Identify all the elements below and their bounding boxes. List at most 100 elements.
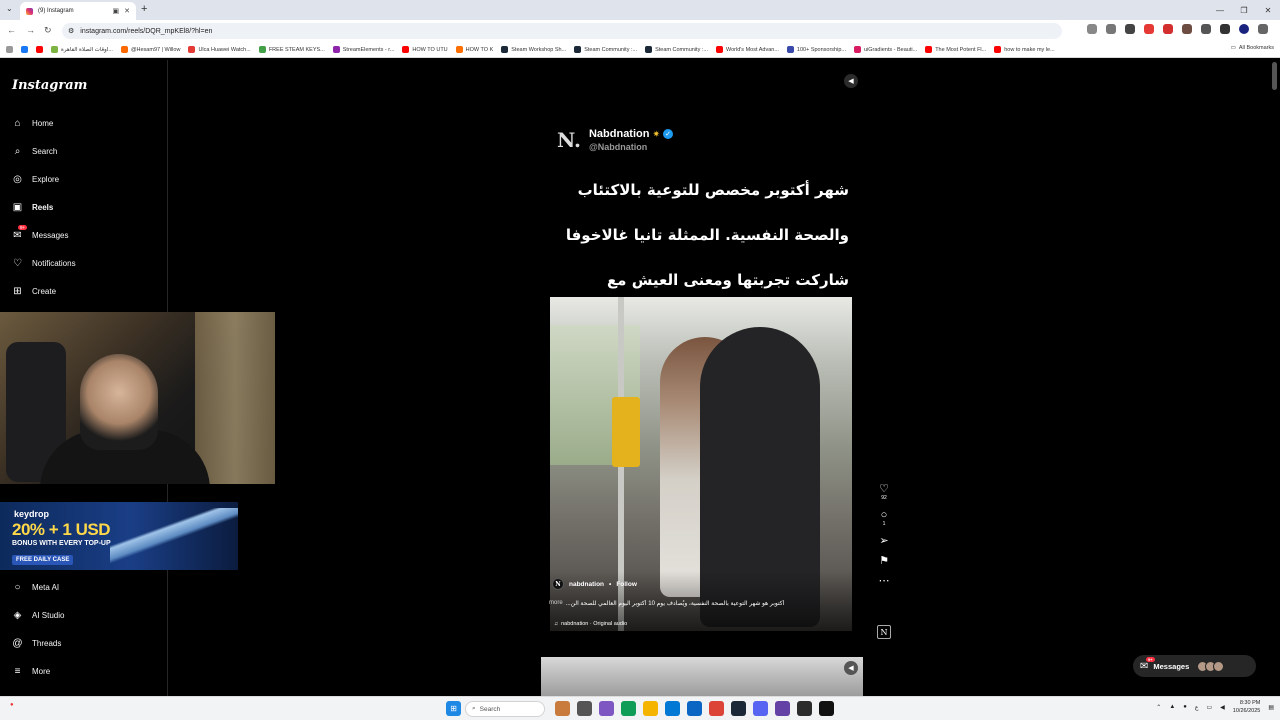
maximize-icon[interactable]: ❐ (1232, 0, 1256, 20)
forward-icon[interactable]: → (26, 25, 35, 35)
browser-menu-icon[interactable] (1258, 24, 1268, 34)
user-avatar[interactable]: N (552, 578, 564, 590)
clock[interactable]: 8:30 PM 10/26/2025 (1233, 699, 1261, 715)
tab-instagram[interactable]: (9) Instagram ▣ ✕ (20, 2, 136, 20)
reload-icon[interactable]: ↻ (44, 25, 52, 36)
profile-avatar[interactable] (1239, 24, 1249, 34)
discord-icon[interactable] (753, 701, 768, 716)
sidebar-item-home[interactable]: ⌂ Home (12, 118, 53, 129)
extensions-menu-icon[interactable] (1201, 24, 1211, 34)
tab-audio-icon[interactable]: ▣ (113, 7, 120, 15)
messages-pill[interactable]: ✉ 9+ Messages (1133, 655, 1256, 677)
bookmark-item[interactable]: 100+ Sponsorship... (786, 46, 846, 53)
tray-chevron-icon[interactable]: ⌃ (1156, 704, 1161, 711)
sidebar-item-notifications[interactable]: ♡ Notifications (12, 258, 76, 269)
next-reel-preview[interactable]: ◀ (541, 657, 863, 696)
tab-search-icon[interactable]: ⌄ (6, 4, 13, 13)
chrome-icon[interactable] (709, 701, 724, 716)
bookmark-item[interactable] (36, 46, 43, 53)
edge-icon[interactable] (621, 701, 636, 716)
reel-audio[interactable]: ♫ nabdnation · Original audio (554, 621, 627, 627)
instagram-logo[interactable]: Instagram (12, 78, 87, 93)
copilot-icon[interactable] (599, 701, 614, 716)
bookmark-item[interactable]: HOW TO K (455, 46, 493, 53)
sidebar-item-explore[interactable]: ◎ Explore (12, 174, 59, 185)
sidebar-item-reels[interactable]: ▣ Reels (12, 202, 54, 213)
windows-start-icon[interactable]: ⊞ (446, 701, 461, 716)
obs-icon[interactable] (819, 701, 834, 716)
bookmark-item[interactable]: Steam Community :... (645, 46, 708, 53)
bookmark-item[interactable]: Ulca Huawei Watch... (188, 46, 251, 53)
all-bookmarks-button[interactable]: ▭ All Bookmarks (1230, 45, 1274, 51)
bookmark-item[interactable]: The Most Potent Fl... (925, 46, 986, 53)
sidebar-item-search[interactable]: ⌕ Search (12, 146, 58, 157)
tray-app-icon[interactable]: ▲ (1169, 704, 1175, 710)
bookmark-item[interactable]: Steam Community :... (574, 46, 637, 53)
sidebar-icon[interactable] (1220, 24, 1230, 34)
bookmark-item[interactable]: StreamElements - r... (332, 46, 394, 53)
extension-3-icon[interactable] (1163, 24, 1173, 34)
tray-mic-icon[interactable]: ● (1183, 704, 1187, 710)
comment-icon[interactable]: ○ (881, 509, 888, 521)
bookmark-star-icon[interactable] (1106, 24, 1116, 34)
bookmark-item[interactable] (21, 46, 28, 53)
app-icon[interactable] (797, 701, 812, 716)
page-scrollbar[interactable] (1272, 62, 1277, 90)
bookmark-favicon-icon (258, 46, 266, 53)
follow-button[interactable]: Follow (616, 581, 637, 588)
bookmark-item[interactable]: how to make my le... (994, 46, 1055, 53)
close-window-icon[interactable]: ✕ (1256, 0, 1280, 20)
bookmark-item[interactable]: HOW TO UTU (402, 46, 448, 53)
steam-icon[interactable] (731, 701, 746, 716)
sidebar-item-messages[interactable]: ✉ 9+ Messages (12, 225, 68, 241)
more-action[interactable]: ⋯ (879, 575, 890, 587)
taskbar-search-input[interactable]: ⌕ Search (465, 701, 545, 717)
tray-network-icon[interactable]: ▭ (1207, 704, 1213, 711)
install-icon[interactable] (1087, 24, 1097, 34)
tab-close-icon[interactable]: ✕ (124, 7, 130, 15)
share-action[interactable]: ➢ (879, 535, 888, 547)
extension-1-icon[interactable] (1125, 24, 1135, 34)
send-icon[interactable]: ➢ (879, 535, 888, 547)
tray-lang-icon[interactable]: ع (1195, 704, 1199, 711)
audio-thumbnail-icon[interactable]: N (877, 625, 891, 639)
url-input[interactable]: ⚙ instagram.com/reels/DQR_mpKEl8/?hl=en (62, 23, 1062, 39)
bookmark-item[interactable]: World's Most Advan... (715, 46, 779, 53)
mute-icon[interactable]: ◀ (844, 74, 858, 88)
reel-username[interactable]: nabdnation (569, 581, 604, 588)
caption-more-link[interactable]: more (549, 600, 563, 607)
site-info-icon[interactable]: ⚙ (68, 27, 74, 35)
bookmark-item[interactable]: @Hesam97 | Willow (120, 46, 180, 53)
extension-2-icon[interactable] (1144, 24, 1154, 34)
new-tab-button[interactable]: + (141, 3, 147, 15)
task-view-icon[interactable] (577, 701, 592, 716)
save-action[interactable]: ⚑ (879, 555, 889, 567)
file-explorer-icon[interactable] (643, 701, 658, 716)
like-action[interactable]: ♡ 92 (879, 483, 889, 501)
widget-icon[interactable] (555, 701, 570, 716)
minimize-icon[interactable]: — (1208, 0, 1232, 20)
bookmark-item[interactable]: uiGradients - Beauti... (853, 46, 917, 53)
sidebar-item-meta-ai[interactable]: ○ Meta AI (12, 582, 59, 593)
sidebar-item-threads[interactable]: @ Threads (12, 638, 61, 649)
notification-badge-icon[interactable]: ● (10, 702, 24, 716)
heart-icon[interactable]: ♡ (879, 483, 889, 495)
next-mute-icon[interactable]: ◀ (844, 661, 858, 675)
extension-4-icon[interactable] (1182, 24, 1192, 34)
store-icon[interactable] (665, 701, 680, 716)
sidebar-item-ai-studio[interactable]: ◈ AI Studio (12, 610, 65, 621)
sidebar-item-more[interactable]: ≡ More (12, 666, 51, 677)
back-icon[interactable]: ← (7, 25, 16, 35)
teams-icon[interactable] (775, 701, 790, 716)
notifications-tray-icon[interactable]: ▤ (1268, 704, 1274, 711)
bookmark-icon[interactable]: ⚑ (879, 555, 889, 567)
apps-icon[interactable] (6, 46, 13, 53)
tray-volume-icon[interactable]: ◀ (1220, 704, 1225, 711)
more-options-icon[interactable]: ⋯ (879, 575, 890, 587)
sidebar-item-create[interactable]: ⊞ Create (12, 286, 56, 297)
bookmark-item[interactable]: FREE STEAM KEYS... (258, 46, 325, 53)
outlook-icon[interactable] (687, 701, 702, 716)
comment-action[interactable]: ○ 1 (881, 509, 888, 527)
bookmark-item[interactable]: Steam Workshop Sh... (501, 46, 566, 53)
bookmark-item[interactable]: اوقات الصلاة القاهرة... (51, 46, 113, 53)
